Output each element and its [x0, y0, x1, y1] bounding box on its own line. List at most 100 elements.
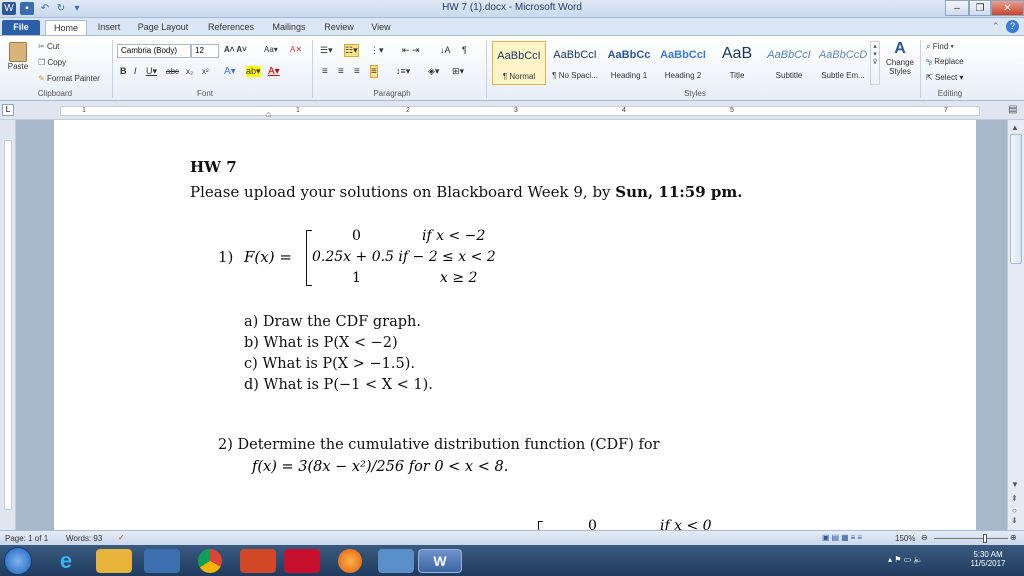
- restore-button[interactable]: ❐: [969, 0, 991, 16]
- tab-mailings[interactable]: Mailings: [266, 20, 312, 36]
- firefox-icon[interactable]: [338, 549, 362, 573]
- change-styles-button[interactable]: A Change Styles: [884, 40, 916, 76]
- clear-formatting-icon[interactable]: A✕: [290, 45, 302, 54]
- view-ruler-icon[interactable]: ▤: [1008, 104, 1017, 115]
- borders-icon[interactable]: ⊞▾: [452, 66, 464, 77]
- style-heading-1[interactable]: AaBbCc Heading 1: [602, 41, 656, 85]
- style-no-spacing[interactable]: AaBbCcI ¶ No Spaci...: [548, 41, 602, 85]
- vertical-ruler-strip: [4, 140, 12, 510]
- scroll-down-icon[interactable]: ▼: [1011, 480, 1019, 489]
- grow-font-icon[interactable]: A˄ A˅: [224, 45, 247, 54]
- tab-selector-icon[interactable]: L: [2, 104, 14, 116]
- tray-icons[interactable]: ▴ ⚑ ▭ 🔈: [888, 555, 923, 564]
- next-page-icon[interactable]: ⇟: [1011, 516, 1018, 525]
- ribbon-tabs: File Home Insert Page Layout References …: [0, 18, 1024, 36]
- find-button[interactable]: ⌕ Find ▾: [926, 42, 954, 52]
- start-button[interactable]: [4, 547, 32, 575]
- lync-icon[interactable]: [378, 549, 414, 573]
- media-player-icon[interactable]: [144, 549, 180, 573]
- vertical-scrollbar[interactable]: ▲ ▼ ⇞ ○ ⇟: [1007, 120, 1024, 530]
- line-spacing-icon[interactable]: ↕≡▾: [396, 66, 410, 77]
- tab-references[interactable]: References: [200, 20, 262, 36]
- style-title[interactable]: AaB Title: [710, 41, 764, 85]
- acrobat-icon[interactable]: [284, 549, 320, 573]
- file-explorer-icon[interactable]: [96, 549, 132, 573]
- font-name-select[interactable]: Cambria (Body): [117, 44, 191, 58]
- tab-review[interactable]: Review: [318, 20, 360, 36]
- styles-scroll-icon[interactable]: ▴ ▾ ⊽: [870, 41, 880, 85]
- strikethrough-button[interactable]: abc: [166, 67, 179, 76]
- close-button[interactable]: ✕: [991, 0, 1024, 16]
- powerpoint-icon[interactable]: [240, 549, 276, 573]
- multilevel-list-icon[interactable]: ⋮▾: [370, 45, 384, 56]
- zoom-slider[interactable]: [934, 538, 1008, 539]
- align-left-icon[interactable]: ≡: [322, 66, 328, 77]
- select-button[interactable]: ⇱ Select ▾: [926, 73, 963, 82]
- justify-icon[interactable]: ≡: [370, 65, 378, 78]
- copy-button[interactable]: ❐ Copy: [38, 58, 66, 67]
- style-heading-2[interactable]: AaBbCcI Heading 2: [656, 41, 710, 85]
- tab-insert[interactable]: Insert: [90, 20, 128, 36]
- zoom-out-icon[interactable]: ⊖: [921, 533, 928, 542]
- tab-view[interactable]: View: [364, 20, 398, 36]
- clock[interactable]: 5:30 AM 11/5/2017: [966, 550, 1010, 568]
- paragraph-group-label: Paragraph: [373, 89, 411, 98]
- text-effects-icon[interactable]: A▾: [224, 66, 236, 77]
- page-count[interactable]: Page: 1 of 1: [5, 534, 48, 543]
- show-marks-icon[interactable]: ¶: [462, 45, 467, 55]
- view-buttons[interactable]: ▣▤▦≡≡: [822, 533, 864, 542]
- change-case-icon[interactable]: Aa▾: [264, 45, 278, 54]
- align-right-icon[interactable]: ≡: [354, 66, 360, 77]
- document-page[interactable]: HW 7 Please upload your solutions on Bla…: [54, 120, 976, 530]
- shading-icon[interactable]: ◈▾: [428, 66, 439, 77]
- vertical-ruler: [0, 120, 16, 530]
- font-size-select[interactable]: 12: [191, 44, 219, 58]
- format-painter-button[interactable]: ✎ Format Painter: [38, 74, 100, 83]
- highlight-icon[interactable]: ab▾: [246, 66, 261, 77]
- paste-button[interactable]: Paste: [4, 42, 32, 76]
- tab-home[interactable]: Home: [45, 20, 87, 36]
- browse-object-icon[interactable]: ○: [1012, 506, 1017, 515]
- editing-group-label: Editing: [937, 89, 963, 98]
- part-c: c) What is P(X > −1.5).: [244, 356, 415, 372]
- clipboard-group-label: Clipboard: [37, 89, 73, 98]
- sort-icon[interactable]: ↓A: [440, 45, 451, 55]
- ribbon: Paste ✂ Cut ❐ Copy ✎ Format Painter Clip…: [0, 35, 1024, 101]
- tab-file[interactable]: File: [2, 20, 40, 36]
- style-normal[interactable]: AaBbCcI ¶ Normal: [492, 41, 546, 85]
- font-color-icon[interactable]: A▾: [268, 66, 280, 77]
- group-separator: [920, 40, 921, 98]
- scroll-up-icon[interactable]: ▲: [1011, 123, 1019, 132]
- chrome-icon[interactable]: [198, 549, 222, 573]
- ruler-strip[interactable]: [60, 106, 980, 116]
- italic-button[interactable]: I: [134, 66, 137, 76]
- bold-button[interactable]: B: [120, 66, 127, 76]
- minimize-ribbon-icon[interactable]: ⌃: [992, 21, 1000, 32]
- numbering-icon[interactable]: ☷▾: [344, 44, 359, 57]
- prev-page-icon[interactable]: ⇞: [1011, 494, 1018, 503]
- align-center-icon[interactable]: ≡: [338, 66, 344, 77]
- scroll-thumb[interactable]: [1010, 134, 1022, 264]
- superscript-button[interactable]: x²: [202, 67, 209, 76]
- cut-button[interactable]: ✂ Cut: [38, 42, 59, 51]
- word-taskbar-icon[interactable]: W: [418, 549, 462, 573]
- internet-explorer-icon[interactable]: e: [48, 549, 84, 573]
- help-icon[interactable]: ?: [1006, 20, 1019, 33]
- minimize-button[interactable]: –: [945, 0, 969, 16]
- indent-marker-icon[interactable]: ⌂: [266, 109, 271, 119]
- zoom-in-icon[interactable]: ⊕: [1010, 533, 1017, 542]
- replace-button[interactable]: ᵃᵦ Replace: [926, 57, 964, 66]
- question-1-parts: a) Draw the CDF graph. b) What is P(X < …: [244, 312, 433, 396]
- style-subtitle[interactable]: AaBbCcI Subtitle: [762, 41, 816, 85]
- tab-page-layout[interactable]: Page Layout: [132, 20, 194, 36]
- word-count[interactable]: Words: 93: [66, 534, 102, 543]
- underline-button[interactable]: U▾: [146, 66, 157, 77]
- style-subtle-emphasis[interactable]: AaBbCcD Subtle Em...: [816, 41, 870, 85]
- zoom-level[interactable]: 150%: [895, 534, 915, 543]
- indent-icons[interactable]: ⇤ ⇥: [402, 45, 420, 56]
- bullets-icon[interactable]: ☰▾: [320, 45, 333, 56]
- proofing-icon[interactable]: ✓: [118, 533, 125, 542]
- styles-group-label: Styles: [684, 89, 706, 98]
- zoom-slider-thumb[interactable]: [983, 534, 987, 543]
- subscript-button[interactable]: x₂: [186, 67, 193, 76]
